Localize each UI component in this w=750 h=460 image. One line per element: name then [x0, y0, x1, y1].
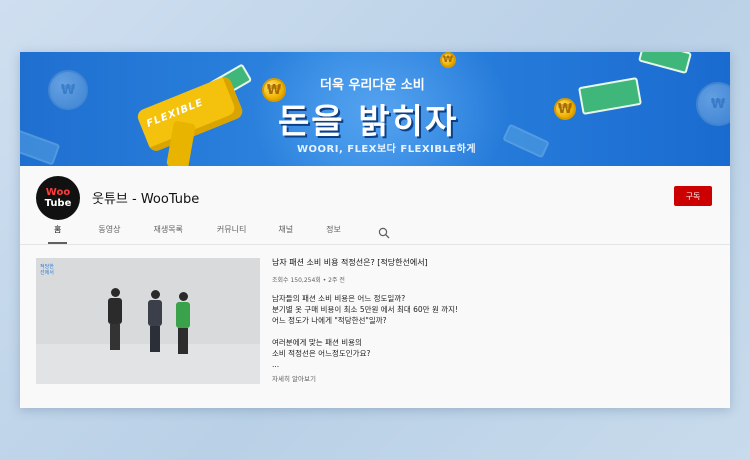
description-line: 소비 적정선은 어느정도인가요?	[272, 349, 371, 358]
channel-tabs: 홈 동영상 재생목록 커뮤니티 채널 정보	[36, 224, 341, 244]
avatar-text-bottom: Tube	[44, 198, 72, 209]
faded-bill-icon	[20, 128, 61, 166]
tab-about[interactable]: 정보	[326, 224, 341, 244]
tab-channels[interactable]: 채널	[278, 224, 293, 244]
money-bill-icon	[578, 77, 642, 115]
banner-tagline: WOORI, FLEX보다 FLEXIBLE하게	[297, 144, 477, 155]
banner-subtitle: 더욱 우리다운 소비	[320, 78, 425, 93]
description-line: 어느 정도가 나에게 "적당한선"일까?	[272, 316, 387, 325]
coin-icon: ₩	[440, 52, 456, 68]
video-thumbnail[interactable]: 적당한 선에서	[36, 258, 260, 384]
person-figure	[176, 292, 190, 354]
video-title[interactable]: 남자 패션 소비 비용 적정선은? [적당한선에서]	[272, 257, 428, 268]
thumbnail-logo: 적당한 선에서	[40, 264, 54, 276]
tab-playlists[interactable]: 재생목록	[153, 224, 182, 244]
description-line: 분기별 옷 구매 비용이 최소 5만원 에서 최대 60만 원 까지!	[272, 305, 459, 314]
tab-community[interactable]: 커뮤니티	[217, 224, 246, 244]
avatar[interactable]: Woo Tube	[36, 176, 80, 220]
channel-banner: ₩ ₩ FLEXIBLE ₩ ₩ ₩ 더욱 우리다운 소비 돈을 밝히자 WOO…	[20, 52, 730, 166]
featured-video-section: 적당한 선에서 남자 패션 소비 비용 적정선은? [적당한선에서] 조회수 1…	[20, 245, 730, 408]
person-figure	[108, 288, 122, 350]
avatar-text-top: Woo	[45, 187, 71, 198]
channel-name: 웃튜브 - WooTube	[92, 192, 200, 207]
description-line: 남자들의 패션 소비 비용은 어느 정도일까?	[272, 294, 406, 303]
video-meta: 조회수 150,254회 • 2주 전	[272, 277, 345, 284]
subscribe-button[interactable]: 구독	[674, 186, 712, 206]
faded-coin-icon: ₩	[696, 82, 730, 126]
faded-coin-icon: ₩	[48, 70, 88, 110]
person-figure	[148, 290, 162, 352]
description-line: 여러분에게 맞는 패션 비용의	[272, 338, 362, 347]
browser-window: ₩ ₩ FLEXIBLE ₩ ₩ ₩ 더욱 우리다운 소비 돈을 밝히자 WOO…	[20, 52, 730, 408]
money-bill-icon	[638, 52, 692, 75]
video-description: 남자들의 패션 소비 비용은 어느 정도일까? 분기별 옷 구매 비용이 최소 …	[272, 293, 458, 370]
channel-header: Woo Tube 웃튜브 - WooTube 구독 홈 동영상 재생목록 커뮤니…	[20, 166, 730, 244]
coin-icon: ₩	[554, 98, 576, 120]
description-line	[272, 326, 458, 337]
search-icon[interactable]	[378, 224, 392, 239]
banner-title: 돈을 밝히자	[278, 102, 459, 142]
tab-home[interactable]: 홈	[47, 224, 69, 244]
thumbnail-logo-line2: 선에서	[40, 270, 54, 276]
tab-videos[interactable]: 동영상	[98, 224, 120, 244]
description-line: ...	[272, 360, 280, 369]
read-more-link[interactable]: 자세히 알아보기	[272, 373, 316, 383]
